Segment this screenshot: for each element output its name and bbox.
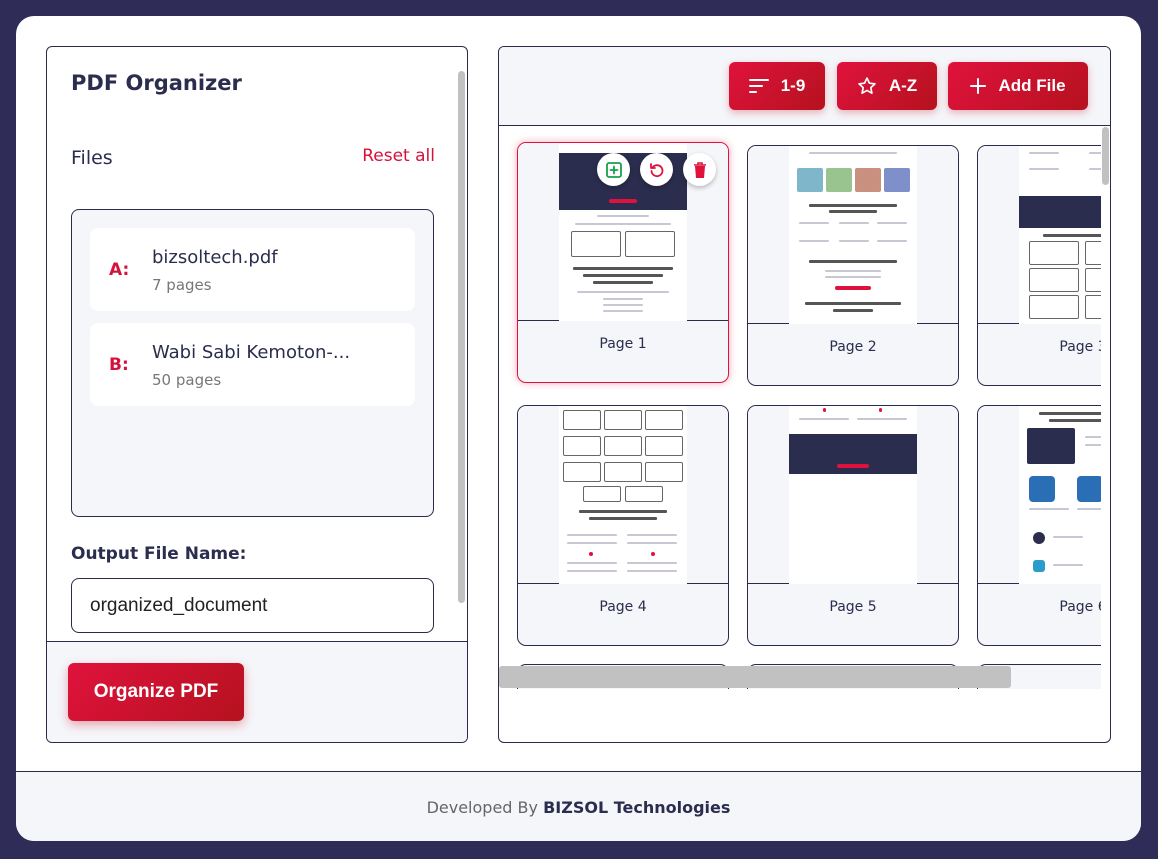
star-icon <box>858 77 876 94</box>
page-label: Page 4 <box>599 599 647 615</box>
file-name: Wabi Sabi Kemoton-... <box>152 342 351 363</box>
footer-prefix: Developed By <box>426 798 538 817</box>
file-letter: A: <box>109 260 130 280</box>
right-panel: 1-9 A-Z Add File Page 1 Page 2 Page Page… <box>498 46 1111 743</box>
add-page-icon <box>605 161 622 178</box>
left-scrollbar[interactable] <box>458 71 465 603</box>
vertical-scrollbar[interactable] <box>1102 127 1109 185</box>
page-thumbnail <box>789 406 917 584</box>
app-title: PDF Organizer <box>71 71 242 95</box>
page-thumbnail-frame <box>748 146 958 324</box>
page-thumbnail <box>1019 146 1101 324</box>
add-file-button[interactable]: Add File <box>948 62 1088 110</box>
insert-page-button[interactable] <box>597 153 630 186</box>
page-thumbnail-frame <box>518 143 728 321</box>
page-card-6[interactable]: Page 6 <box>977 405 1101 646</box>
page-thumbnail-frame <box>978 146 1101 324</box>
footer: Developed By BIZSOL Technologies <box>16 771 1141 841</box>
left-scroll-area: PDF Organizer Files Reset all A: bizsolt… <box>47 47 467 641</box>
rotate-page-button[interactable] <box>640 153 673 186</box>
sort-alpha-label: A-Z <box>888 76 918 95</box>
reset-all-link[interactable]: Reset all <box>362 146 435 166</box>
trash-icon <box>693 161 706 178</box>
page-thumbnail <box>1019 406 1101 584</box>
file-page-count: 50 pages <box>152 371 222 389</box>
page-label: Page 6 <box>1059 599 1101 615</box>
delete-page-button[interactable] <box>683 153 716 186</box>
page-thumbnail-frame <box>978 406 1101 584</box>
file-item-b[interactable]: B: Wabi Sabi Kemoton-... 50 pages <box>90 323 415 406</box>
page-grid: Page 1 Page 2 Page Page 4 Page 5 Page <box>499 127 1101 689</box>
left-panel: PDF Organizer Files Reset all A: bizsolt… <box>46 46 468 743</box>
plus-icon <box>970 78 987 94</box>
files-label: Files <box>71 147 113 169</box>
file-item-a[interactable]: A: bizsoltech.pdf 7 pages <box>90 228 415 311</box>
file-page-count: 7 pages <box>152 276 212 294</box>
sort-lines-icon <box>748 79 769 93</box>
file-letter: B: <box>109 355 129 375</box>
sort-alpha-button[interactable]: A-Z <box>837 62 937 110</box>
page-label: Page 2 <box>829 339 877 355</box>
page-toolbar: 1-9 A-Z Add File <box>499 47 1110 126</box>
sort-numeric-button[interactable]: 1-9 <box>729 62 825 110</box>
page-card-2[interactable]: Page 2 <box>747 145 959 386</box>
page-card-1[interactable]: Page 1 <box>517 142 729 383</box>
page-card-4[interactable]: Page 4 <box>517 405 729 646</box>
page-thumbnail-frame <box>748 406 958 584</box>
rotate-icon <box>649 162 663 177</box>
organize-pdf-button[interactable]: Organize PDF <box>68 663 244 721</box>
page-card-5[interactable]: Page 5 <box>747 405 959 646</box>
page-card-3[interactable]: Page 3 <box>977 145 1101 386</box>
pdf-organizer-modal: PDF Organizer Files Reset all A: bizsolt… <box>16 16 1141 841</box>
page-thumbnail <box>559 406 687 584</box>
page-label: Page 1 <box>599 336 647 352</box>
sort-numeric-label: 1-9 <box>780 76 806 95</box>
file-list: A: bizsoltech.pdf 7 pages B: Wabi Sabi K… <box>71 209 434 517</box>
left-footer: Organize PDF <box>47 641 467 742</box>
page-label: Page 3 <box>1059 339 1101 355</box>
add-file-label: Add File <box>998 76 1066 95</box>
file-name: bizsoltech.pdf <box>152 247 278 268</box>
footer-company: BIZSOL Technologies <box>543 798 731 817</box>
page-thumbnail-frame <box>518 406 728 584</box>
page-label: Page 5 <box>829 599 877 615</box>
horizontal-scrollbar[interactable] <box>499 666 1011 688</box>
page-thumbnail <box>789 146 917 324</box>
output-file-name-input[interactable] <box>71 578 434 633</box>
output-file-name-label: Output File Name: <box>71 544 247 564</box>
